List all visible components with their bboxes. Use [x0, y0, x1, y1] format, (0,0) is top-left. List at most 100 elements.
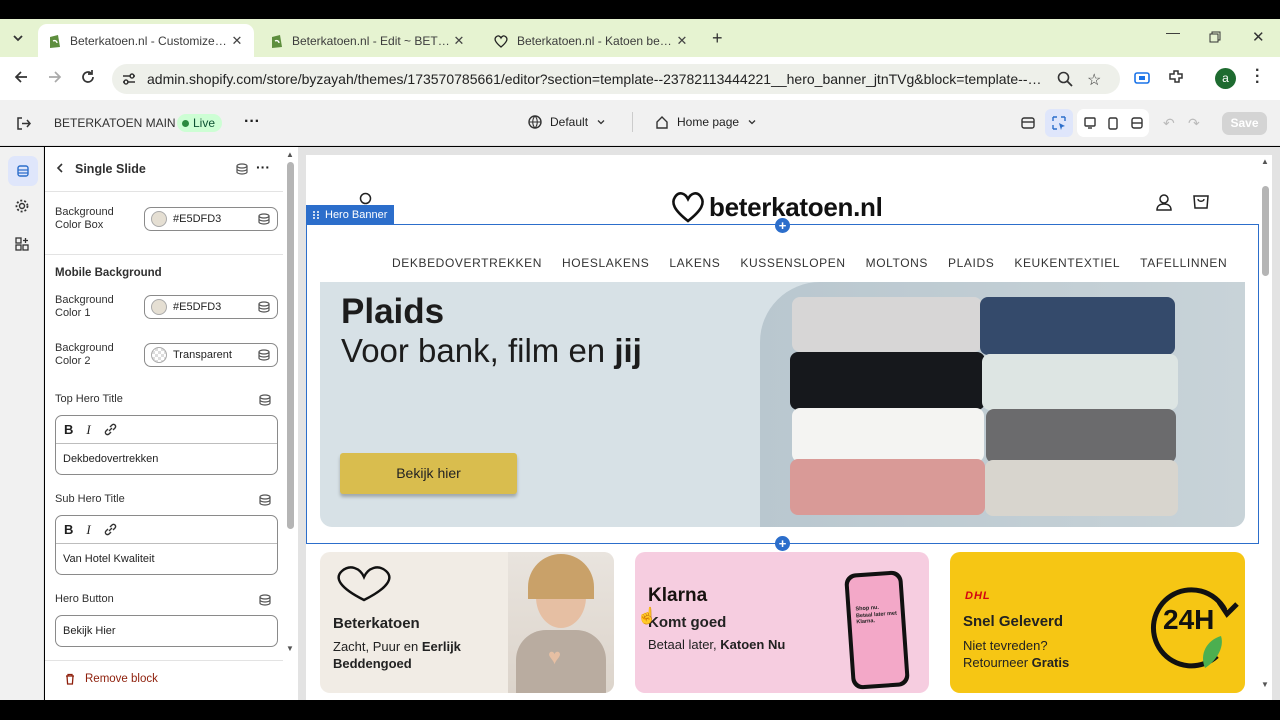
dynamic-source-icon[interactable]: [236, 163, 248, 175]
bg-box-value: #E5DFD3: [173, 213, 222, 225]
heart-icon: [494, 34, 508, 48]
save-button[interactable]: Save: [1222, 112, 1267, 135]
cart-icon[interactable]: [1192, 193, 1210, 211]
tab-close-icon[interactable]: ✕: [675, 33, 689, 49]
close-window-icon[interactable]: ✕: [1252, 28, 1265, 46]
nav-item-hoeslakens[interactable]: HOESLAKENS: [562, 256, 649, 270]
italic-button[interactable]: I: [86, 422, 90, 438]
hero-cta-button[interactable]: Bekijk hier: [340, 453, 517, 494]
extensions-icon[interactable]: [1167, 68, 1185, 86]
site-logo[interactable]: beterkatoen.nl: [670, 191, 883, 223]
color-swatch[interactable]: [151, 299, 167, 315]
nav-item-kussenslopen[interactable]: KUSSENSLOPEN: [740, 256, 845, 270]
preview-scrollbar[interactable]: [1262, 186, 1269, 276]
new-tab-icon[interactable]: +: [712, 28, 723, 49]
zoom-icon[interactable]: [1057, 71, 1073, 87]
card-heading: Komt goed: [648, 614, 727, 631]
account-icon[interactable]: [1155, 193, 1173, 211]
section-tag-label: Hero Banner: [325, 208, 388, 221]
dynamic-source-icon[interactable]: [259, 494, 271, 506]
theme-actions-button[interactable]: ···: [244, 113, 260, 131]
dynamic-source-icon[interactable]: [258, 301, 270, 313]
bold-button[interactable]: B: [64, 422, 73, 437]
forward-icon[interactable]: [47, 69, 63, 85]
undo-icon[interactable]: ↶: [1163, 115, 1175, 132]
heart-hands-icon: ♥: [548, 644, 562, 669]
theme-settings-icon[interactable]: [8, 192, 36, 220]
usp-card-klarna[interactable]: Klarna Komt goed Betaal later, Katoen Nu…: [635, 552, 929, 693]
nav-item-lakens[interactable]: LAKENS: [669, 256, 720, 270]
scroll-up-icon[interactable]: ▲: [1261, 157, 1269, 166]
store-icon[interactable]: [1014, 109, 1042, 137]
bold-button[interactable]: B: [64, 522, 73, 537]
scroll-up-icon[interactable]: ▲: [286, 150, 294, 159]
section-tag[interactable]: Hero Banner: [306, 205, 395, 224]
profile-avatar[interactable]: a: [1215, 68, 1236, 89]
browser-tab-customize[interactable]: Beterkatoen.nl - Customize BETERKATOEN M…: [38, 24, 254, 57]
reload-icon[interactable]: [80, 69, 96, 85]
sections-icon[interactable]: [8, 156, 38, 186]
back-chevron-icon[interactable]: [55, 162, 65, 174]
minimize-icon[interactable]: —: [1166, 24, 1180, 40]
color-swatch[interactable]: [151, 211, 167, 227]
bookmark-star-icon[interactable]: ☆: [1087, 70, 1101, 90]
browser-tab-edit[interactable]: Beterkatoen.nl - Edit ~ BETERKATOEN MAIN…: [260, 24, 476, 57]
nav-item-moltons[interactable]: MOLTONS: [866, 256, 928, 270]
panel-more-button[interactable]: ···: [256, 159, 270, 175]
logo-text: beterkatoen.nl: [709, 191, 883, 222]
italic-button[interactable]: I: [86, 522, 90, 538]
plaid-black: [790, 352, 985, 410]
scroll-down-icon[interactable]: ▼: [286, 644, 294, 653]
remove-block-button[interactable]: Remove block: [64, 673, 158, 685]
apps-icon[interactable]: [8, 230, 36, 258]
tab-close-icon[interactable]: ✕: [230, 33, 244, 49]
restore-icon[interactable]: [1209, 31, 1221, 43]
card-text-bold: Gratis: [1031, 655, 1070, 670]
add-section-below-button[interactable]: +: [775, 536, 790, 551]
template-select[interactable]: Default: [528, 115, 606, 129]
dynamic-source-icon[interactable]: [259, 394, 271, 406]
usp-card-beterkatoen[interactable]: Beterkatoen Zacht, Puur en Eerlijk Bedde…: [320, 552, 614, 693]
site-settings-icon[interactable]: [122, 72, 136, 86]
page-select[interactable]: Home page: [655, 115, 757, 129]
nav-item-plaids[interactable]: PLAIDS: [948, 256, 994, 270]
link-icon[interactable]: [104, 423, 117, 436]
nav-item-tafellinnen[interactable]: TAFELLINNEN: [1140, 256, 1227, 270]
cast-icon[interactable]: [1134, 70, 1150, 86]
tab-close-icon[interactable]: ✕: [452, 33, 466, 49]
redo-icon[interactable]: ↷: [1188, 115, 1200, 132]
add-section-above-button[interactable]: +: [775, 218, 790, 233]
browser-menu-icon[interactable]: · · ·: [1255, 63, 1260, 91]
fullscreen-view-icon[interactable]: [1123, 109, 1151, 137]
page-select-label: Home page: [677, 115, 740, 129]
hero-title: Plaids: [341, 292, 445, 331]
inspector-icon[interactable]: [1045, 109, 1073, 137]
card-text-line1: Niet tevreden?: [963, 638, 1048, 653]
browser-tab-bar: Beterkatoen.nl - Customize BETERKATOEN M…: [0, 19, 1280, 57]
phone-screen-text: Shop nu. Betaal later met Klarna.: [848, 574, 906, 686]
hair-shape: [528, 554, 594, 599]
link-icon[interactable]: [104, 523, 117, 536]
tab-search-chevron-icon[interactable]: [4, 24, 32, 52]
24h-badge-text: 24H: [1163, 604, 1215, 635]
panel-scrollbar[interactable]: [287, 162, 294, 529]
phone-image: Shop nu. Betaal later met Klarna.: [844, 570, 910, 690]
dynamic-source-icon[interactable]: [258, 213, 270, 225]
dynamic-source-icon[interactable]: [258, 349, 270, 361]
card-image-woman: ♥: [508, 552, 614, 693]
exit-icon[interactable]: [16, 116, 31, 131]
browser-tab-store[interactable]: Beterkatoen.nl - Katoen beddengoed ✕: [483, 24, 699, 57]
dynamic-source-icon[interactable]: [259, 594, 271, 606]
usp-card-dhl[interactable]: DHL Snel Geleverd Niet tevreden? Retourn…: [950, 552, 1245, 693]
sub-title-input[interactable]: Van Hotel Kwaliteit: [56, 544, 277, 574]
nav-item-dekbedovertrekken[interactable]: DEKBEDOVERTREKKEN: [392, 256, 542, 270]
hero-button-input[interactable]: Bekijk Hier: [55, 615, 278, 647]
top-title-input[interactable]: Dekbedovertrekken: [56, 444, 277, 474]
back-icon[interactable]: [13, 69, 29, 85]
scroll-down-icon[interactable]: ▼: [1261, 680, 1269, 689]
nav-item-keukentextiel[interactable]: KEUKENTEXTIEL: [1014, 256, 1120, 270]
live-dot-icon: [182, 119, 189, 127]
transparent-swatch[interactable]: [151, 347, 167, 363]
template-select-label: Default: [550, 115, 589, 129]
address-bar[interactable]: admin.shopify.com/store/byzayah/themes/1…: [112, 64, 1120, 94]
